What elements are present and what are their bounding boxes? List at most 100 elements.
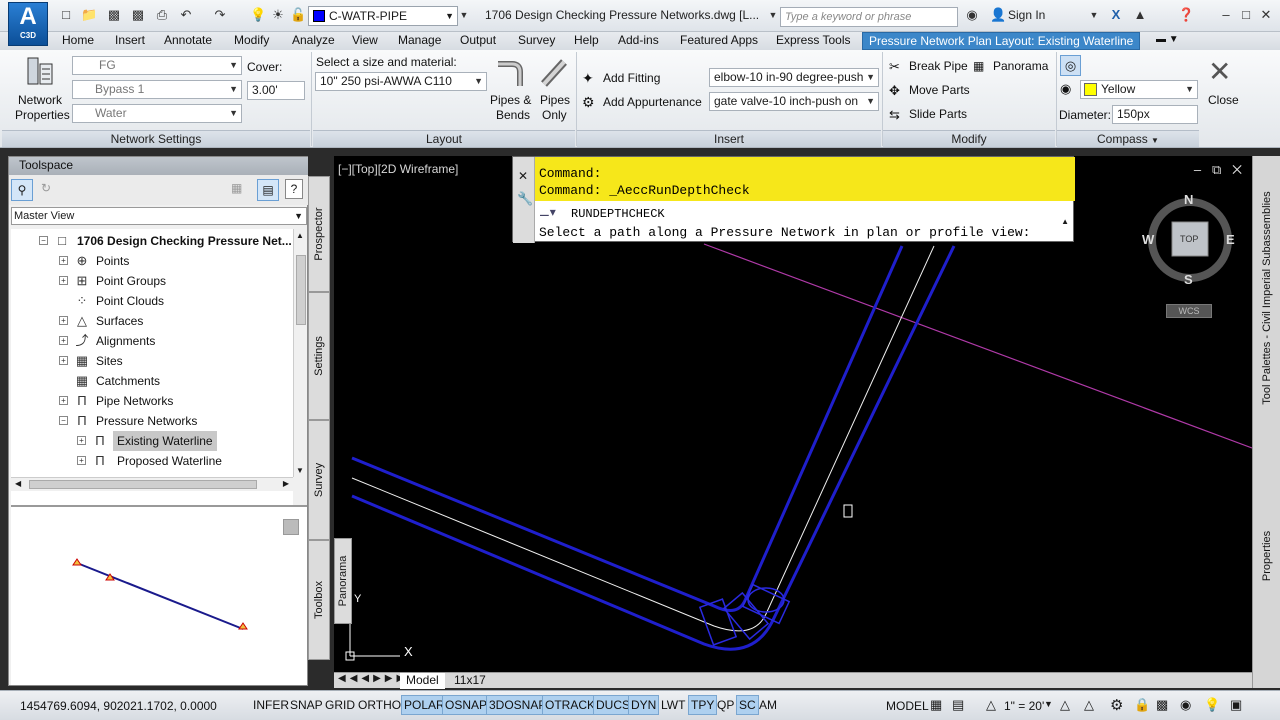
viewcube-east[interactable]: E [1226,232,1235,247]
annotation-visibility-icon[interactable]: △ [1060,697,1070,713]
alignment-dropdown[interactable]: Bypass 1 ▼ [72,80,242,99]
expand-icon[interactable]: + [59,276,68,285]
auto-scale-icon[interactable]: △ [1084,697,1094,713]
tree-item-sites[interactable]: + ▦ Sites [59,351,279,371]
customize-wrench-icon[interactable]: 🔧 [517,191,533,207]
sign-in-button[interactable]: Sign In [1008,8,1045,22]
layer-dropdown[interactable]: C-WATR-PIPE ▼ [308,6,458,26]
scroll-left-icon[interactable]: ◀ [15,479,21,488]
tab-modify[interactable]: Modify [228,32,275,50]
viewport-restore-icon[interactable]: ⧉ [1212,162,1221,177]
clean-screen-icon[interactable]: ▣ [1230,697,1242,713]
tab-manage[interactable]: Manage [392,32,447,50]
tab-view[interactable]: View [346,32,384,50]
toggle-polar[interactable]: POLAR [401,695,448,715]
toggle-lwt[interactable]: LWT [658,695,688,715]
sign-in-dropdown-icon[interactable]: ▼ [1086,7,1102,23]
close-window-icon[interactable]: ✕ [1258,7,1274,23]
ribbon-minimize-icon[interactable]: ▬ ▼ [1150,32,1185,50]
master-view-dropdown[interactable]: Master View ▼ [11,207,307,225]
search-input[interactable]: Type a keyword or phrase [780,7,958,27]
expand-icon[interactable]: + [59,316,68,325]
tab-featured-apps[interactable]: Featured Apps [674,32,764,50]
toggle-grid[interactable]: GRID [322,695,358,715]
fitting-dropdown[interactable]: elbow-10 in-90 degree-push ▼ [709,68,879,87]
tab-panorama[interactable]: Panorama [334,538,352,624]
compass-color-dropdown[interactable]: Yellow ▼ [1080,80,1198,99]
tree-root[interactable]: − □ 1706 Design Checking Pressure Net... [39,231,293,251]
toggle-otrack[interactable]: OTRACK [542,695,599,715]
expand-icon[interactable]: + [59,356,68,365]
tree-item-pressure-networks[interactable]: − Π Pressure Networks [59,411,279,431]
toggle-ortho[interactable]: ORTHO [355,695,404,715]
undo-icon[interactable]: ↶ [178,7,194,23]
tab-analyze[interactable]: Analyze [286,32,341,50]
isolate-objects-icon[interactable]: ◉ [1180,697,1191,713]
cursor-coordinates[interactable]: 1454769.6094, 902021.1702, 0.0000 [20,699,217,713]
diameter-input[interactable]: 150px [1112,105,1198,124]
viewcube-west[interactable]: W [1142,232,1154,247]
refresh-icon[interactable]: ↻ [41,181,51,195]
scroll-up-icon[interactable]: ▲ [296,231,304,240]
toggle-qp[interactable]: QP [714,695,737,715]
move-parts-button[interactable]: Move Parts [909,83,970,97]
tab-output[interactable]: Output [454,32,502,50]
add-fitting-button[interactable]: Add Fitting [603,71,660,85]
tab-insert[interactable]: Insert [109,32,151,50]
tab-model[interactable]: Model [400,673,445,689]
drawing-canvas[interactable]: Y X [−][Top][2D Wireframe] N S E W TOP W… [334,156,1252,689]
tree-item-existing-waterline[interactable]: + Π Existing Waterline [77,431,291,451]
close-command-line-icon[interactable]: ✕ [518,169,528,183]
application-menu-button[interactable]: A C3D [8,2,48,46]
title-expand-icon[interactable]: ▼ [765,7,781,23]
tab-express-tools[interactable]: Express Tools [770,32,856,50]
network-properties-label-2[interactable]: Properties [15,108,70,122]
tab-layout-11x17[interactable]: 11x17 [448,673,492,689]
new-file-icon[interactable]: □ [58,7,74,23]
tree-item-catchments[interactable]: ▦ Catchments [59,371,279,391]
item-view-icon[interactable]: ▤ [257,179,279,201]
layout-nav-icons[interactable]: ◀◀◀▶▶▶ [338,673,408,684]
viewcube-south[interactable]: S [1184,272,1193,287]
parts-list-dropdown[interactable]: Water ▼ [72,104,242,123]
tab-add-ins[interactable]: Add-ins [612,32,665,50]
save-as-icon[interactable]: ▩ [130,7,146,23]
expand-icon[interactable]: + [59,336,68,345]
light-bulb-icon[interactable]: 💡 [1204,697,1220,713]
tab-prospector[interactable]: Prospector [308,176,330,292]
scrollbar-thumb[interactable] [29,480,257,489]
exchange-icon[interactable]: X [1108,7,1124,23]
tree-item-pipe-networks[interactable]: + Π Pipe Networks [59,391,279,411]
cover-input[interactable]: 3.00' [247,81,305,100]
tab-pressure-network-layout[interactable]: Pressure Network Plan Layout: Existing W… [862,32,1141,50]
tree-item-alignments[interactable]: + ⤴ Alignments [59,331,279,351]
open-file-icon[interactable]: 📁 [81,7,97,23]
minimize-icon[interactable]: – [1218,7,1234,23]
toggle-tpy[interactable]: TPY [688,695,718,715]
command-history-toggle-icon[interactable]: ▲ [1061,217,1069,226]
user-icon[interactable]: 👤 [990,7,1006,23]
compass-panel-title[interactable]: Compass ▼ [1057,130,1199,147]
compass-toggle-icon[interactable]: ◎ [1060,55,1081,76]
tab-survey[interactable]: Survey [512,32,561,50]
tree-vertical-scrollbar[interactable]: ▲ ▼ [293,229,307,477]
binoculars-icon[interactable]: ◉ [964,7,980,23]
slide-parts-button[interactable]: Slide Parts [909,107,967,121]
expand-icon[interactable]: + [59,396,68,405]
redo-icon[interactable]: ↷ [212,7,228,23]
light-bulb-icon[interactable]: 💡 [250,7,266,23]
tab-annotate[interactable]: Annotate [158,32,218,50]
viewport-minimize-icon[interactable]: – [1194,162,1201,177]
tree-item-point-groups[interactable]: + ⊞ Point Groups [59,271,279,291]
command-prompt[interactable]: Select a path along a Pressure Network i… [539,225,1030,240]
help-icon[interactable]: ❓ [1178,7,1194,23]
tab-help[interactable]: Help [568,32,605,50]
plot-icon[interactable]: ⎙ [154,7,170,23]
toggle-osnap[interactable]: OSNAP [442,695,491,715]
annotation-scale-value[interactable]: 1" = 20' [1004,699,1044,713]
viewcube-top-face[interactable]: TOP [1180,234,1198,244]
collapse-icon[interactable]: − [59,416,68,425]
tab-toolbox[interactable]: Toolbox [308,540,330,660]
toggle-3dosnap[interactable]: 3DOSNAP [486,695,550,715]
scroll-right-icon[interactable]: ▶ [283,479,289,488]
